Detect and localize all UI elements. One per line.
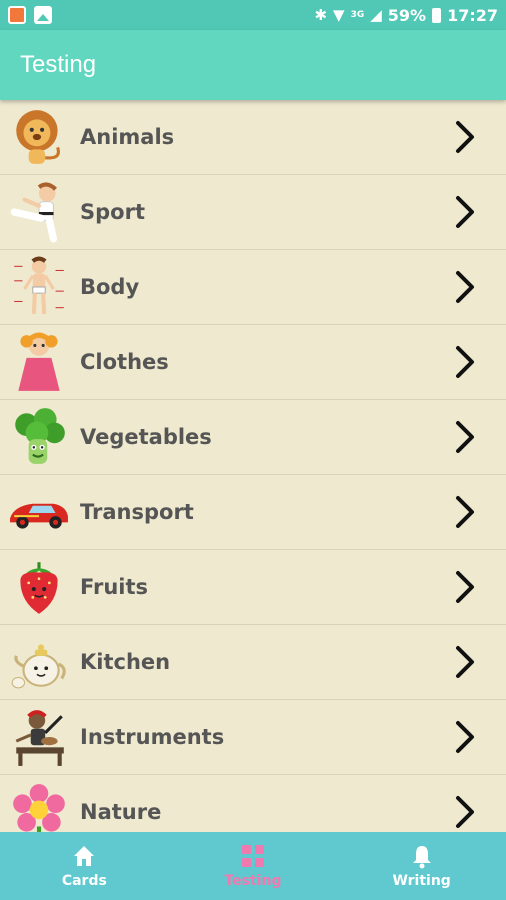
list-item-kitchen[interactable]: Kitchen xyxy=(0,625,506,700)
list-item-vegetables[interactable]: Vegetables xyxy=(0,400,506,475)
karate-kid-icon xyxy=(6,179,72,245)
chevron-right-icon xyxy=(450,717,480,757)
list-item-label: Nature xyxy=(80,800,162,824)
list-item-label: Clothes xyxy=(80,350,169,374)
list-item-body[interactable]: Body xyxy=(0,250,506,325)
chevron-right-icon xyxy=(450,342,480,382)
list-item-transport[interactable]: Transport xyxy=(0,475,506,550)
list-item-label: Fruits xyxy=(80,575,149,599)
list-item-nature[interactable]: Nature xyxy=(0,775,506,832)
list-item-label: Vegetables xyxy=(80,425,212,449)
flower-icon xyxy=(6,779,72,832)
broccoli-icon xyxy=(6,404,72,470)
list-item-label: Animals xyxy=(80,125,175,149)
nav-tab-writing[interactable]: Writing xyxy=(347,843,497,889)
signal-icon: ◢ xyxy=(370,6,382,24)
page-title: Testing xyxy=(20,51,97,78)
status-bar: ✱ ▼ 3G ◢ 59% 17:27 xyxy=(0,0,506,30)
chevron-right-icon xyxy=(450,642,480,682)
list-item-fruits[interactable]: Fruits xyxy=(0,550,506,625)
chevron-right-icon xyxy=(450,492,480,532)
list-item-label: Instruments xyxy=(80,725,225,749)
bell-icon xyxy=(412,846,431,869)
chevron-right-icon xyxy=(450,567,480,607)
image-notification-icon xyxy=(34,6,52,24)
race-car-icon xyxy=(6,479,72,545)
bottom-navigation: Cards Testing Writing xyxy=(0,832,506,900)
chevron-right-icon xyxy=(450,792,480,832)
category-list: Animals Sport Body Clothes Vegetables Tr… xyxy=(0,100,506,832)
nav-tab-label: Testing xyxy=(224,873,282,889)
grid-icon xyxy=(241,845,264,867)
chevron-right-icon xyxy=(450,267,480,307)
app-bar: Testing xyxy=(0,30,506,100)
nav-tab-cards[interactable]: Cards xyxy=(9,843,159,889)
drummer-icon xyxy=(6,704,72,770)
body-chart-icon xyxy=(6,254,72,320)
strawberry-icon xyxy=(6,554,72,620)
nav-tab-label: Writing xyxy=(392,873,451,889)
chevron-right-icon xyxy=(450,417,480,457)
wifi-icon: ▼ xyxy=(333,6,345,24)
notification-icons xyxy=(8,6,52,24)
app-notification-icon xyxy=(8,6,26,24)
battery-icon xyxy=(432,7,442,23)
chevron-right-icon xyxy=(450,117,480,157)
girl-dress-icon xyxy=(6,329,72,395)
system-status: ✱ ▼ 3G ◢ 59% 17:27 xyxy=(314,6,498,25)
list-item-label: Transport xyxy=(80,500,194,524)
chevron-right-icon xyxy=(450,192,480,232)
list-item-label: Sport xyxy=(80,200,145,224)
network-type: 3G xyxy=(350,10,365,20)
list-item-instruments[interactable]: Instruments xyxy=(0,700,506,775)
nav-tab-testing[interactable]: Testing xyxy=(178,843,328,889)
list-item-label: Body xyxy=(80,275,140,299)
list-item-clothes[interactable]: Clothes xyxy=(0,325,506,400)
battery-percent: 59% xyxy=(387,5,427,25)
nav-tab-label: Cards xyxy=(61,873,107,889)
list-item-animals[interactable]: Animals xyxy=(0,100,506,175)
clock: 17:27 xyxy=(447,5,498,25)
teapot-icon xyxy=(6,629,72,695)
list-item-label: Kitchen xyxy=(80,650,171,674)
lion-icon xyxy=(6,104,72,170)
bluetooth-icon: ✱ xyxy=(314,6,328,24)
home-icon xyxy=(74,846,95,866)
list-item-sport[interactable]: Sport xyxy=(0,175,506,250)
